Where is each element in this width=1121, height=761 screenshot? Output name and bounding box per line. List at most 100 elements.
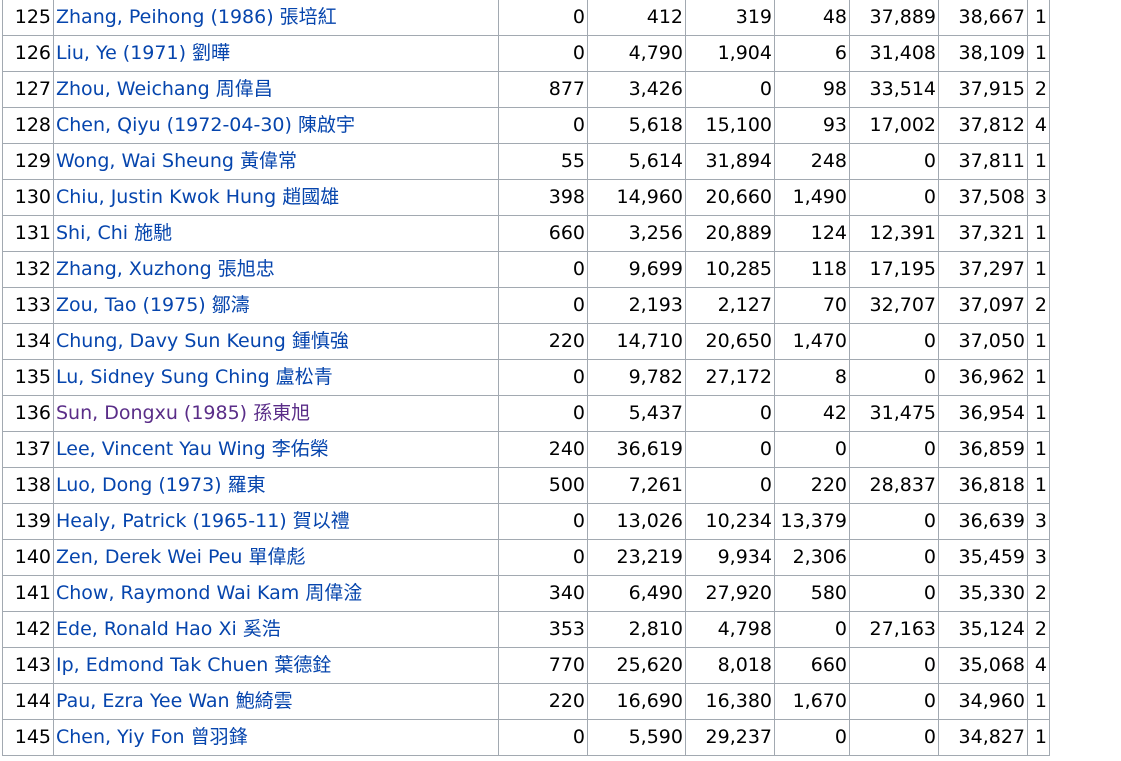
value-cell-c4: 248 — [774, 143, 850, 180]
value-cell-c3: 1,904 — [685, 35, 775, 72]
person-link[interactable]: Zhang, Peihong (1986) 張培紅 — [56, 6, 337, 28]
rank-cell: 129 — [2, 143, 54, 180]
person-link[interactable]: Wong, Wai Sheung 黃偉常 — [56, 150, 297, 172]
value-cell-c2: 9,699 — [587, 251, 686, 288]
person-link[interactable]: Pau, Ezra Yee Wan 鮑綺雲 — [56, 690, 293, 712]
table-row: 134 Chung, Davy Sun Keung 鍾慎強 220 14,710 20,… — [2, 323, 1050, 360]
value-cell-c3: 10,234 — [685, 503, 775, 540]
person-link[interactable]: Lu, Sidney Sung Ching 盧松青 — [56, 366, 333, 388]
value-cell-c5: 12,391 — [849, 215, 939, 252]
value-cell-c6: 34,960 — [938, 683, 1028, 720]
rank-cell: 134 — [2, 323, 54, 360]
name-cell: Shi, Chi 施馳 — [53, 215, 499, 252]
value-cell-c7: 3 — [1027, 179, 1050, 216]
value-cell-c2: 6,490 — [587, 575, 686, 612]
table-row: 127 Zhou, Weichang 周偉昌 877 3,426 0 98 33,514 37… — [2, 71, 1050, 108]
value-cell-c7: 1 — [1027, 143, 1050, 180]
value-cell-c4: 220 — [774, 467, 850, 504]
rank-cell: 133 — [2, 287, 54, 324]
person-link[interactable]: Chung, Davy Sun Keung 鍾慎強 — [56, 330, 349, 352]
value-cell-c1: 398 — [498, 179, 588, 216]
person-link[interactable]: Sun, Dongxu (1985) 孫東旭 — [56, 402, 310, 424]
value-cell-c1: 220 — [498, 323, 588, 360]
person-link[interactable]: Zen, Derek Wei Peu 單偉彪 — [56, 546, 306, 568]
value-cell-c1: 500 — [498, 467, 588, 504]
person-link[interactable]: Healy, Patrick (1965-11) 賀以禮 — [56, 510, 350, 532]
rank-cell: 142 — [2, 611, 54, 648]
value-cell-c6: 37,097 — [938, 287, 1028, 324]
value-cell-c2: 9,782 — [587, 359, 686, 396]
rank-cell: 137 — [2, 431, 54, 468]
value-cell-c3: 15,100 — [685, 107, 775, 144]
person-link[interactable]: Chen, Qiyu (1972-04-30) 陳啟宇 — [56, 114, 355, 136]
person-link[interactable]: Chow, Raymond Wai Kam 周偉淦 — [56, 582, 362, 604]
value-cell-c3: 0 — [685, 71, 775, 108]
table-row: 142 Ede, Ronald Hao Xi 奚浩 353 2,810 4,798 0 27… — [2, 611, 1050, 648]
value-cell-c1: 0 — [498, 503, 588, 540]
value-cell-c6: 37,321 — [938, 215, 1028, 252]
person-link[interactable]: Zhou, Weichang 周偉昌 — [56, 78, 273, 100]
value-cell-c4: 0 — [774, 431, 850, 468]
value-cell-c6: 34,827 — [938, 719, 1028, 756]
value-cell-c6: 38,667 — [938, 0, 1028, 36]
value-cell-c7: 1 — [1027, 719, 1050, 756]
value-cell-c7: 1 — [1027, 395, 1050, 432]
value-cell-c4: 124 — [774, 215, 850, 252]
table-row: 126 Liu, Ye (1971) 劉曄 0 4,790 1,904 6 31,408 38… — [2, 35, 1050, 72]
value-cell-c1: 55 — [498, 143, 588, 180]
table-row: 125 Zhang, Peihong (1986) 張培紅 0 412 319 48 37,… — [2, 0, 1050, 36]
value-cell-c6: 36,639 — [938, 503, 1028, 540]
value-cell-c4: 580 — [774, 575, 850, 612]
value-cell-c4: 1,670 — [774, 683, 850, 720]
value-cell-c3: 20,660 — [685, 179, 775, 216]
value-cell-c1: 0 — [498, 251, 588, 288]
table-row: 139 Healy, Patrick (1965-11) 賀以禮 0 13,026 10… — [2, 503, 1050, 540]
value-cell-c3: 319 — [685, 0, 775, 36]
value-cell-c3: 4,798 — [685, 611, 775, 648]
value-cell-c6: 36,954 — [938, 395, 1028, 432]
person-link[interactable]: Ip, Edmond Tak Chuen 葉德銓 — [56, 654, 331, 676]
name-cell: Chen, Yiy Fon 曾羽鋒 — [53, 719, 499, 756]
table-row: 136 Sun, Dongxu (1985) 孫東旭 0 5,437 0 42 31,475… — [2, 395, 1050, 432]
value-cell-c4: 93 — [774, 107, 850, 144]
value-cell-c2: 412 — [587, 0, 686, 36]
value-cell-c5: 17,195 — [849, 251, 939, 288]
rank-cell: 135 — [2, 359, 54, 396]
value-cell-c3: 8,018 — [685, 647, 775, 684]
person-link[interactable]: Zhang, Xuzhong 張旭忠 — [56, 258, 275, 280]
person-link[interactable]: Ede, Ronald Hao Xi 奚浩 — [56, 618, 281, 640]
name-cell: Zen, Derek Wei Peu 單偉彪 — [53, 539, 499, 576]
ranking-table-body: 125 Zhang, Peihong (1986) 張培紅 0 412 319 48 37,… — [2, 0, 1050, 756]
value-cell-c5: 0 — [849, 431, 939, 468]
table-row: 144 Pau, Ezra Yee Wan 鮑綺雲 220 16,690 16,380 1… — [2, 683, 1050, 720]
table-row: 132 Zhang, Xuzhong 張旭忠 0 9,699 10,285 118 17,1… — [2, 251, 1050, 288]
value-cell-c1: 0 — [498, 359, 588, 396]
value-cell-c7: 1 — [1027, 359, 1050, 396]
person-link[interactable]: Luo, Dong (1973) 羅東 — [56, 474, 266, 496]
value-cell-c1: 0 — [498, 107, 588, 144]
value-cell-c6: 35,068 — [938, 647, 1028, 684]
rank-cell: 127 — [2, 71, 54, 108]
name-cell: Pau, Ezra Yee Wan 鮑綺雲 — [53, 683, 499, 720]
person-link[interactable]: Shi, Chi 施馳 — [56, 222, 172, 244]
value-cell-c1: 0 — [498, 35, 588, 72]
value-cell-c1: 0 — [498, 719, 588, 756]
value-cell-c7: 2 — [1027, 575, 1050, 612]
value-cell-c3: 20,889 — [685, 215, 775, 252]
rank-cell: 143 — [2, 647, 54, 684]
table-row: 138 Luo, Dong (1973) 羅東 500 7,261 0 220 28,837… — [2, 467, 1050, 504]
value-cell-c5: 0 — [849, 575, 939, 612]
person-link[interactable]: Liu, Ye (1971) 劉曄 — [56, 42, 230, 64]
value-cell-c1: 220 — [498, 683, 588, 720]
value-cell-c1: 353 — [498, 611, 588, 648]
value-cell-c4: 13,379 — [774, 503, 850, 540]
person-link[interactable]: Chiu, Justin Kwok Hung 趙國雄 — [56, 186, 339, 208]
person-link[interactable]: Zou, Tao (1975) 鄒濤 — [56, 294, 250, 316]
rank-cell: 128 — [2, 107, 54, 144]
value-cell-c6: 37,508 — [938, 179, 1028, 216]
person-link[interactable]: Lee, Vincent Yau Wing 李佑榮 — [56, 438, 329, 460]
value-cell-c2: 3,256 — [587, 215, 686, 252]
value-cell-c1: 0 — [498, 0, 588, 36]
value-cell-c5: 0 — [849, 539, 939, 576]
person-link[interactable]: Chen, Yiy Fon 曾羽鋒 — [56, 726, 248, 748]
